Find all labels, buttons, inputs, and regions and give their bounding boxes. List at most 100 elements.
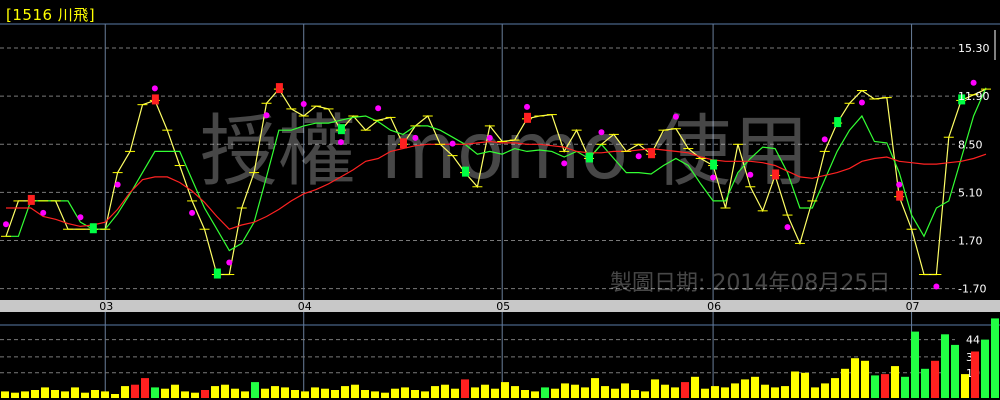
volume-bar xyxy=(311,387,319,398)
candle-body xyxy=(524,112,532,123)
signal-dot xyxy=(561,160,568,167)
volume-bar xyxy=(971,351,979,398)
volume-bar xyxy=(911,331,919,398)
volume-bar xyxy=(361,390,369,398)
candle-body xyxy=(151,94,159,105)
signal-dot xyxy=(598,129,605,136)
chart-stage: 授權 momo 使用 製圖日期: 2014年08月25日 15.30 11.90 8… xyxy=(0,0,1000,400)
signal-dot xyxy=(151,85,158,92)
candle-body xyxy=(89,223,97,234)
volume-bar xyxy=(861,360,869,398)
candle-body xyxy=(337,124,345,135)
signal-dot xyxy=(896,181,903,188)
volume-bar xyxy=(951,344,959,398)
candle-body xyxy=(896,190,904,201)
x-tick-label: 05 xyxy=(496,300,510,313)
volume-bar xyxy=(211,386,219,398)
volume-bar xyxy=(111,394,119,398)
volume-bar xyxy=(21,391,29,398)
volume-bar xyxy=(371,391,379,398)
volume-bar xyxy=(901,376,909,398)
x-tick-label: 03 xyxy=(99,300,113,313)
price-tick-label: 1.70 xyxy=(958,235,983,248)
volume-bar xyxy=(221,384,229,398)
price-tick-label: 8.50 xyxy=(958,138,983,151)
volume-bar xyxy=(701,388,709,398)
price-tick-label: -1.70 xyxy=(958,283,986,296)
candle-body xyxy=(461,166,469,177)
volume-bar xyxy=(471,387,479,398)
volume-bar xyxy=(891,366,899,398)
volume-bar xyxy=(431,386,439,398)
volume-bar xyxy=(571,384,579,398)
volume-bar xyxy=(241,391,249,398)
signal-dot xyxy=(449,140,456,147)
signal-dot xyxy=(114,181,121,188)
signal-dot xyxy=(77,214,84,221)
volume-bar xyxy=(1,391,9,398)
stock-chart: 授權 momo 使用 製圖日期: 2014年08月25日 15.30 11.90 8… xyxy=(0,0,1000,400)
volume-bar xyxy=(81,392,89,398)
volume-bar xyxy=(801,372,809,398)
signal-dot xyxy=(3,221,9,228)
volume-bar xyxy=(151,387,159,398)
signal-dot xyxy=(486,134,493,141)
volume-bar xyxy=(441,384,449,398)
candle-body xyxy=(648,148,656,159)
volume-bar xyxy=(261,388,269,398)
candle-body xyxy=(834,117,842,128)
volume-bar xyxy=(281,387,289,398)
volume-bar xyxy=(931,360,939,398)
volume-bar xyxy=(811,387,819,398)
volume-bar xyxy=(531,391,539,398)
volume-tick-label: 44 xyxy=(966,334,980,347)
volume-bar xyxy=(271,386,279,398)
volume-bar xyxy=(721,387,729,398)
date-stamp: 製圖日期: 2014年08月25日 xyxy=(610,271,890,296)
volume-bar xyxy=(791,371,799,398)
signal-dot xyxy=(970,79,977,86)
candle-body xyxy=(27,194,35,205)
volume-bar xyxy=(501,382,509,398)
volume-bar xyxy=(651,379,659,398)
volume-bar xyxy=(351,384,359,398)
signal-dot xyxy=(747,171,754,178)
volume-bar xyxy=(51,390,59,398)
volume-bar xyxy=(821,383,829,398)
candle-body xyxy=(772,169,780,180)
volume-bar xyxy=(761,384,769,398)
volume-bar xyxy=(611,388,619,398)
volume-bar xyxy=(551,388,559,398)
x-tick-label: 06 xyxy=(707,300,721,313)
volume-bar xyxy=(981,339,989,398)
volume-bar xyxy=(131,384,139,398)
volume-bar xyxy=(251,382,259,398)
volume-bar xyxy=(771,387,779,398)
volume-bar xyxy=(781,386,789,398)
signal-dot xyxy=(635,153,642,160)
volume-bar xyxy=(61,391,69,398)
candle-body xyxy=(399,138,407,149)
x-tick-label: 07 xyxy=(906,300,920,313)
volume-bar xyxy=(181,391,189,398)
volume-bar xyxy=(881,374,889,398)
volume-bar xyxy=(581,387,589,398)
price-tick-label: 11.90 xyxy=(958,90,990,103)
volume-bar xyxy=(411,390,419,398)
signal-dot xyxy=(524,103,531,110)
candle-body xyxy=(710,159,718,170)
watermark-text: 授權 momo 使用 xyxy=(200,107,809,197)
volume-bar xyxy=(511,386,519,398)
volume-bar xyxy=(201,390,209,398)
volume-bar xyxy=(31,390,39,398)
candle-body xyxy=(275,83,283,94)
volume-bar xyxy=(561,383,569,398)
volume-bar xyxy=(521,390,529,398)
signal-dot xyxy=(263,112,270,119)
volume-bar xyxy=(121,386,129,398)
volume-bar xyxy=(851,358,859,398)
stock-title: [1516 川飛] xyxy=(6,6,96,24)
signal-dot xyxy=(40,209,47,216)
volume-bar xyxy=(481,384,489,398)
volume-bar xyxy=(841,368,849,398)
